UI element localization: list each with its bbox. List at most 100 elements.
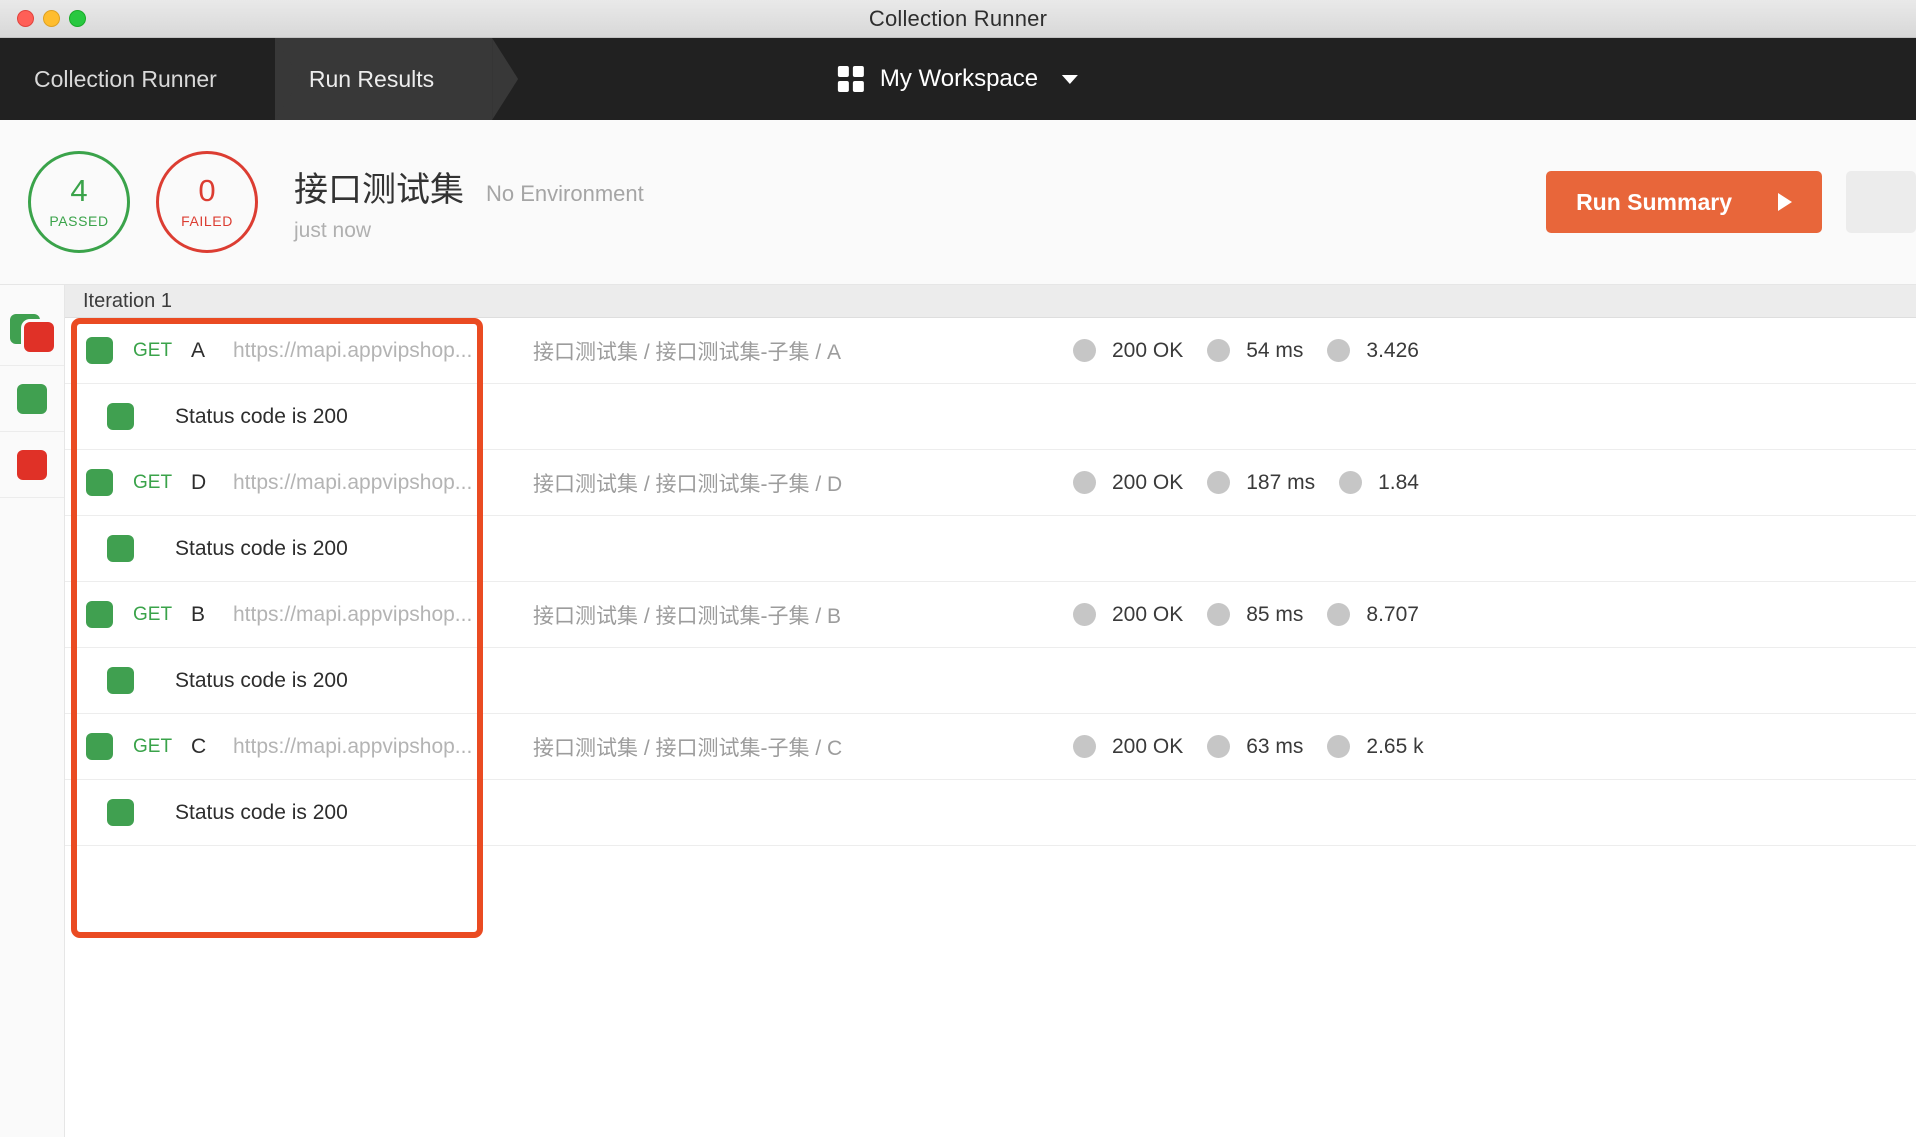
collection-info: 接口测试集 No Environment just now — [294, 162, 644, 243]
row-status-badge — [65, 337, 133, 364]
request-url: https://mapi.appvipshop... — [233, 338, 473, 362]
status-pill: 200 OK — [1073, 603, 1183, 627]
environment-label: No Environment — [486, 180, 644, 206]
test-status-badge — [65, 535, 175, 562]
size-pill: 8.707 — [1327, 603, 1419, 627]
breadcrumb: 接口测试集 / 接口测试集-子集 / B — [533, 604, 842, 628]
passed-count: 4 — [70, 173, 88, 208]
status-badge-passed: 4 PASSED — [28, 151, 130, 253]
request-url: https://mapi.appvipshop... — [233, 602, 473, 626]
tab-collection-runner[interactable]: Collection Runner — [0, 38, 275, 120]
response-time: 63 ms — [1246, 734, 1304, 758]
row-stats: 200 OK 54 ms 3.426 — [1073, 339, 1916, 363]
play-triangle-icon — [1778, 193, 1792, 211]
request-name: C — [191, 734, 207, 758]
bullet-icon — [1207, 471, 1231, 494]
size-pill: 1.84 — [1339, 471, 1419, 495]
summary-actions: Run Summary — [1546, 120, 1916, 284]
passed-label: PASSED — [49, 213, 109, 229]
green-square-icon — [17, 383, 47, 414]
breadcrumb: 接口测试集 / 接口测试集-子集 / A — [533, 340, 842, 364]
test-status-badge — [65, 667, 175, 694]
status-badge-failed: 0 FAILED — [156, 151, 258, 253]
workspace-name: My Workspace — [879, 65, 1039, 92]
bullet-icon — [1327, 603, 1351, 626]
failed-count: 0 — [198, 173, 216, 208]
bullet-icon — [1207, 603, 1231, 626]
row-stats: 200 OK 85 ms 8.707 — [1073, 603, 1916, 627]
test-assertion-label: Status code is 200 — [175, 800, 348, 824]
response-size: 2.65 k — [1366, 734, 1424, 758]
tab-collection-runner-label: Collection Runner — [34, 65, 217, 92]
table-row[interactable]: GET B https://mapi.appvipshop... 接口测试集 /… — [65, 582, 1916, 648]
response-size: 3.426 — [1366, 338, 1419, 362]
response-size: 1.84 — [1378, 470, 1419, 494]
test-assertion-row: Status code is 200 — [65, 516, 1916, 582]
sidebar-item-all-results[interactable] — [0, 300, 64, 366]
bullet-icon — [1327, 339, 1351, 362]
bullet-icon — [1327, 735, 1351, 758]
test-assertion-label: Status code is 200 — [175, 536, 348, 560]
status-pill: 200 OK — [1073, 735, 1183, 759]
breadcrumb: 接口测试集 / 接口测试集-子集 / D — [533, 472, 843, 496]
bullet-icon — [1073, 735, 1096, 758]
status-pill: 200 OK — [1073, 471, 1183, 495]
secondary-action-button[interactable] — [1846, 171, 1916, 233]
app-tabbar: Collection Runner Run Results My Workspa… — [0, 38, 1916, 120]
bullet-icon — [1339, 471, 1363, 494]
bullet-icon — [1207, 735, 1231, 758]
response-status: 200 OK — [1112, 470, 1184, 494]
window-titlebar: Collection Runner — [0, 0, 1916, 38]
row-status-badge — [65, 469, 133, 496]
chevron-down-icon — [1062, 74, 1079, 84]
request-name: B — [191, 602, 206, 626]
request-name: D — [191, 470, 207, 494]
size-pill: 3.426 — [1327, 339, 1419, 363]
results-table: Iteration 1 GET A https://mapi.appvipsho… — [65, 285, 1916, 1137]
run-summary-button[interactable]: Run Summary — [1546, 171, 1822, 233]
time-pill: 187 ms — [1207, 471, 1315, 495]
tab-run-results[interactable]: Run Results — [274, 38, 493, 120]
test-status-badge — [65, 799, 175, 826]
workspace-selector[interactable]: My Workspace — [837, 38, 1079, 120]
row-status-badge — [65, 601, 133, 628]
request-url: https://mapi.appvipshop... — [233, 734, 473, 758]
bullet-icon — [1207, 339, 1231, 362]
test-assertion-row: Status code is 200 — [65, 648, 1916, 714]
red-square-icon — [17, 449, 47, 480]
size-pill: 2.65 k — [1327, 734, 1424, 759]
response-status: 200 OK — [1112, 602, 1184, 626]
bullet-icon — [1073, 603, 1096, 626]
test-status-badge — [65, 403, 175, 430]
breadcrumb: 接口测试集 / 接口测试集-子集 / C — [533, 736, 843, 760]
failed-label: FAILED — [181, 213, 233, 229]
time-pill: 63 ms — [1207, 735, 1303, 759]
request-url: https://mapi.appvipshop... — [233, 470, 473, 494]
test-assertion-row: Status code is 200 — [65, 384, 1916, 450]
results-filter-sidebar — [0, 285, 65, 1137]
collection-name: 接口测试集 — [294, 170, 464, 209]
request-method: GET — [133, 603, 173, 625]
sidebar-item-failed[interactable] — [0, 432, 64, 498]
time-pill: 54 ms — [1207, 339, 1303, 363]
response-time: 187 ms — [1246, 470, 1316, 494]
window-title: Collection Runner — [868, 5, 1048, 31]
iteration-header: Iteration 1 — [65, 285, 1916, 318]
test-assertion-row: Status code is 200 — [65, 780, 1916, 846]
request-method: GET — [133, 339, 173, 361]
response-status: 200 OK — [1112, 338, 1184, 362]
table-row[interactable]: GET D https://mapi.appvipshop... 接口测试集 /… — [65, 450, 1916, 516]
iteration-label: Iteration 1 — [83, 289, 172, 312]
results-body: Iteration 1 GET A https://mapi.appvipsho… — [0, 285, 1916, 1137]
request-name: A — [191, 338, 206, 362]
grid-icon — [837, 66, 864, 92]
sidebar-item-passed[interactable] — [0, 366, 64, 432]
run-summary-button-label: Run Summary — [1576, 188, 1732, 215]
tab-run-results-label: Run Results — [308, 65, 435, 92]
row-status-badge — [65, 733, 133, 760]
row-stats: 200 OK 63 ms 2.65 k — [1073, 735, 1916, 759]
row-stats: 200 OK 187 ms 1.84 — [1073, 471, 1916, 495]
table-row[interactable]: GET C https://mapi.appvipshop... 接口测试集 /… — [65, 714, 1916, 780]
table-row[interactable]: GET A https://mapi.appvipshop... 接口测试集 /… — [65, 318, 1916, 384]
green-red-stack-icon — [10, 313, 54, 352]
